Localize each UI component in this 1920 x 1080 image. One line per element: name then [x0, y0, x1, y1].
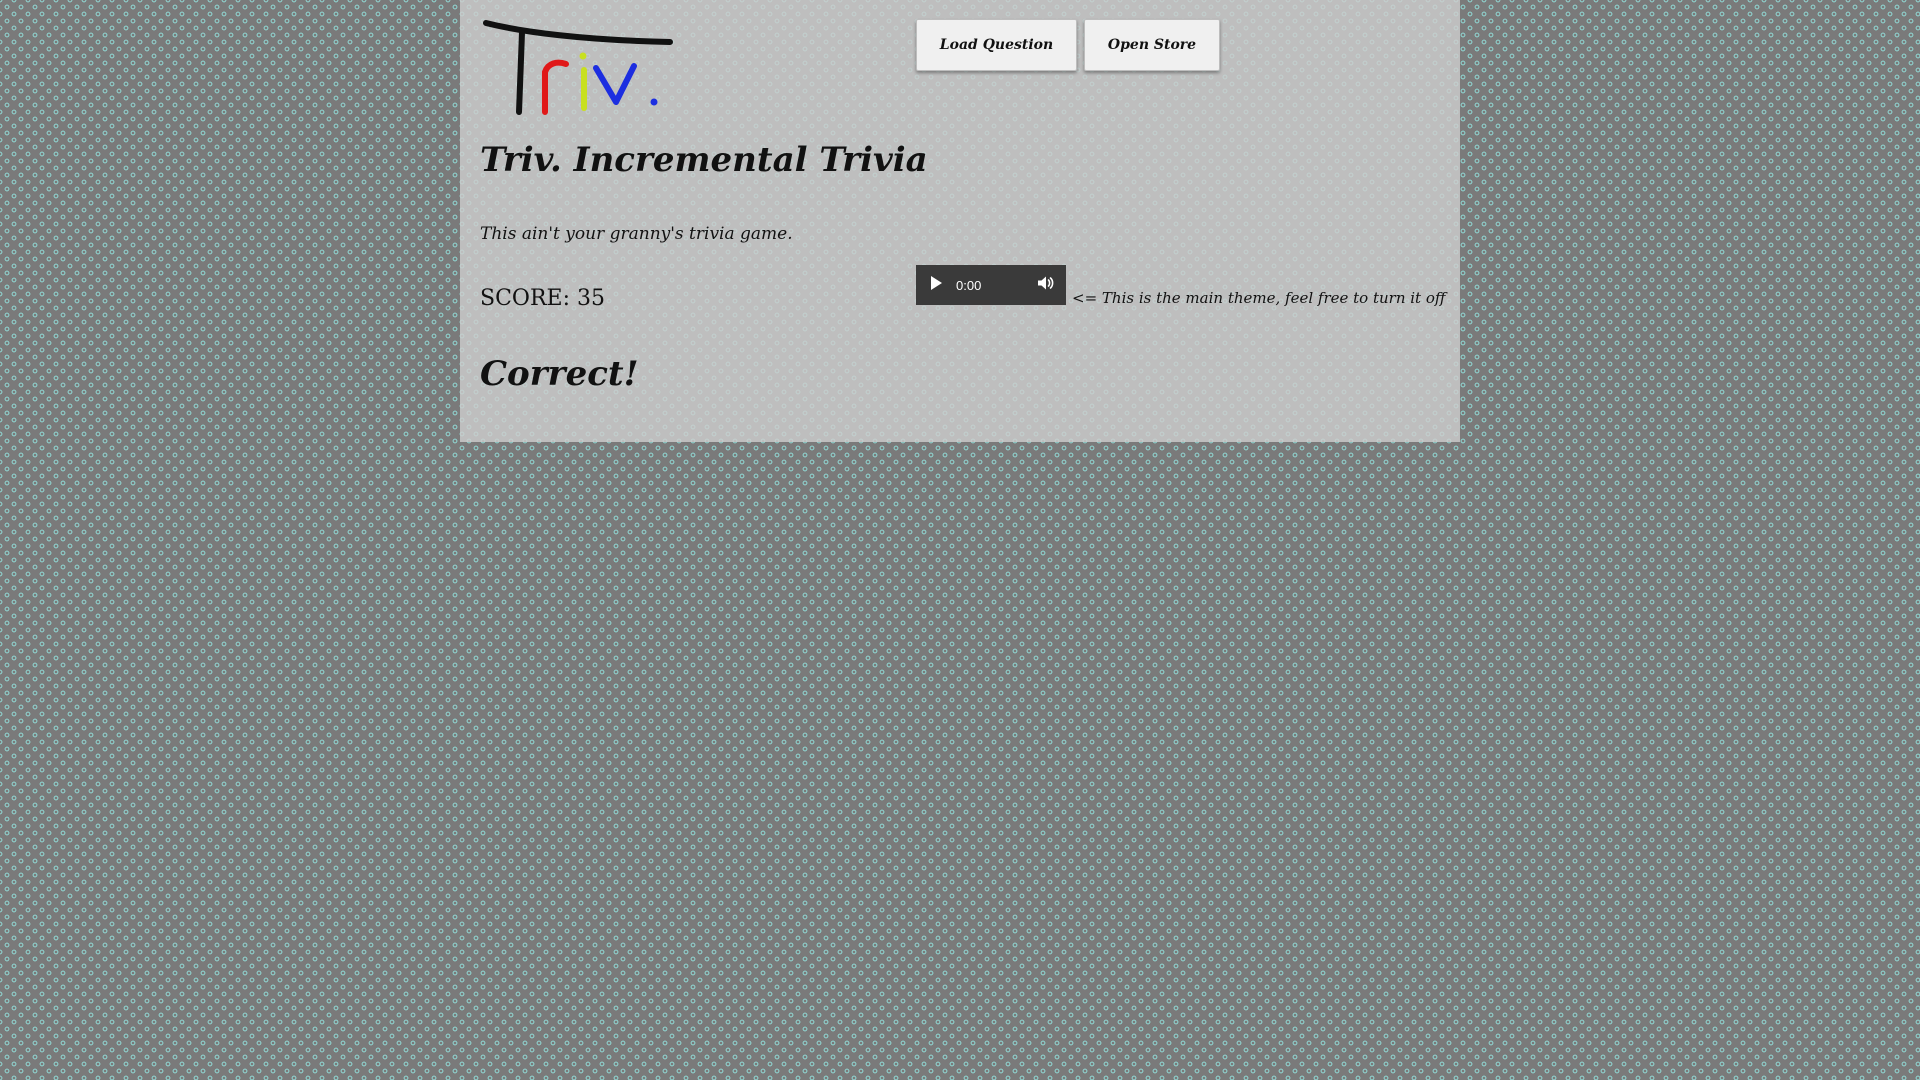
toolbar: Load Question Open Store: [916, 19, 1220, 71]
score-display: SCORE: 35: [480, 286, 605, 311]
play-icon: [929, 275, 943, 295]
volume-button[interactable]: [1026, 265, 1066, 305]
volume-icon: [1037, 275, 1055, 295]
load-question-button[interactable]: Load Question: [916, 19, 1077, 71]
audio-note: <= This is the main theme, feel free to …: [1072, 289, 1446, 307]
tagline: This ain't your granny's trivia game.: [480, 224, 793, 244]
audio-player[interactable]: 0:00: [916, 265, 1066, 305]
page-title: Triv. Incremental Trivia: [480, 140, 928, 180]
answer-feedback: Correct!: [480, 354, 639, 394]
open-store-button[interactable]: Open Store: [1084, 19, 1220, 71]
play-button[interactable]: [916, 265, 956, 305]
main-panel: Load Question Open Store Triv. Increment…: [460, 0, 1460, 442]
triv-logo: [482, 16, 678, 120]
audio-time: 0:00: [956, 277, 982, 293]
